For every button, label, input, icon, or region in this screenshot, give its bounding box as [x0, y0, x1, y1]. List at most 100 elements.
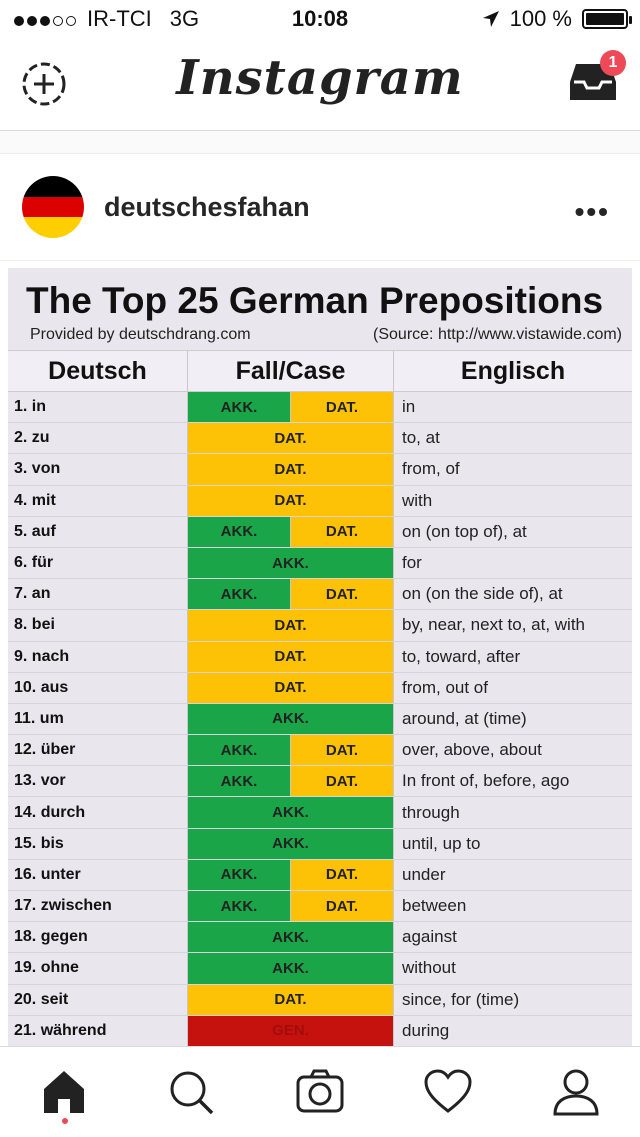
- preposition-de: 8. bei: [8, 610, 188, 641]
- prepositions-table: 1. in AKK. DAT. in 2. zu DAT. to, at 3. von DAT.…: [8, 392, 632, 1046]
- tab-bar: [0, 1046, 640, 1137]
- translation-en: on (on the side of), at: [402, 584, 563, 604]
- status-bar: IR-TCI 3G 10:08 100 %: [0, 0, 640, 40]
- translation-en: from, of: [402, 459, 460, 479]
- case-cell: AKK. DAT.: [188, 735, 394, 766]
- preposition-de: 12. über: [8, 735, 188, 766]
- case-akk: AKK.: [188, 859, 290, 890]
- app-header: Instagram 1: [0, 40, 640, 131]
- table-row: 16. unter AKK. DAT. under: [8, 859, 632, 891]
- tab-home[interactable]: [39, 1067, 89, 1117]
- preposition-de: 21. während: [8, 1015, 188, 1046]
- case-cell: DAT.: [188, 672, 394, 703]
- header-deutsch: Deutsch: [8, 351, 188, 391]
- tab-camera[interactable]: [295, 1067, 345, 1117]
- case-dat: DAT.: [188, 454, 393, 485]
- more-options-button[interactable]: •••: [575, 196, 610, 228]
- case-dat: DAT.: [188, 641, 393, 672]
- translation-en: since, for (time): [402, 989, 520, 1009]
- case-akk: AKK.: [188, 516, 290, 547]
- case-cell: AKK.: [188, 703, 394, 735]
- table-row: 6. für AKK. for: [8, 547, 632, 580]
- story-strip: [0, 131, 640, 154]
- avatar[interactable]: [22, 176, 84, 238]
- case-cell: AKK.: [188, 953, 394, 984]
- provided-by: Provided by deutschdrang.com: [30, 326, 251, 343]
- case-akk: AKK.: [188, 828, 393, 859]
- preposition-de: 2. zu: [8, 423, 188, 454]
- translation-en: in: [402, 397, 416, 417]
- case-cell: DAT.: [188, 984, 394, 1015]
- image-title: The Top 25 German Prepositions: [26, 280, 604, 321]
- case-cell: AKK. DAT.: [188, 392, 394, 423]
- preposition-de: 16. unter: [8, 859, 188, 890]
- source: (Source: http://www.vistawide.com): [373, 326, 622, 343]
- translation-en: with: [402, 490, 433, 510]
- case-dat: DAT.: [188, 672, 393, 703]
- table-row: 9. nach DAT. to, toward, after: [8, 641, 632, 673]
- translation-en: under: [402, 864, 446, 884]
- translation-en: through: [402, 802, 460, 822]
- preposition-de: 19. ohne: [8, 953, 188, 984]
- profile-icon: [553, 1069, 599, 1116]
- case-cell: DAT.: [188, 610, 394, 641]
- case-cell: DAT.: [188, 454, 394, 485]
- case-cell: AKK.: [188, 828, 394, 859]
- battery-label: 100 %: [509, 6, 572, 31]
- table-row: 18. gegen AKK. against: [8, 922, 632, 954]
- header-englisch: Englisch: [460, 356, 566, 385]
- translation-en: from, out of: [402, 677, 488, 697]
- case-akk: AKK.: [188, 797, 393, 828]
- battery-icon: [582, 9, 632, 29]
- table-row: 21. während GEN. during: [8, 1015, 632, 1046]
- table-row: 7. an AKK. DAT. on (on the side of), at: [8, 579, 632, 611]
- case-dat: DAT.: [188, 423, 393, 454]
- home-active-dot: [62, 1118, 68, 1124]
- translation-en: over, above, about: [402, 740, 542, 760]
- case-cell: AKK.: [188, 922, 394, 953]
- case-cell: DAT.: [188, 423, 394, 454]
- case-cell: AKK. DAT.: [188, 516, 394, 547]
- post-username[interactable]: deutschesfahan: [104, 192, 310, 223]
- table-row: 15. bis AKK. until, up to: [8, 828, 632, 860]
- inbox-button[interactable]: 1: [568, 50, 626, 104]
- table-row: 10. aus DAT. from, out of: [8, 672, 632, 704]
- table-row: 13. vor AKK. DAT. In front of, before, ago: [8, 766, 632, 798]
- translation-en: against: [402, 927, 457, 947]
- preposition-de: 3. von: [8, 454, 188, 485]
- location-icon: [482, 11, 499, 27]
- home-icon: [44, 1071, 84, 1113]
- table-row: 8. bei DAT. by, near, next to, at, with: [8, 610, 632, 642]
- case-akk: AKK.: [188, 735, 290, 766]
- preposition-de: 4. mit: [8, 485, 188, 516]
- case-dat: DAT.: [290, 735, 393, 766]
- preposition-de: 5. auf: [8, 516, 188, 547]
- search-icon: [170, 1071, 214, 1115]
- table-row: 11. um AKK. around, at (time): [8, 703, 632, 736]
- translation-en: without: [402, 958, 456, 978]
- case-dat: DAT.: [290, 516, 393, 547]
- preposition-de: 18. gegen: [8, 922, 188, 953]
- status-right: 100 %: [482, 6, 632, 32]
- case-dat: DAT.: [290, 859, 393, 890]
- notification-badge: 1: [600, 50, 626, 76]
- post-image[interactable]: The Top 25 German Prepositions Provided …: [8, 268, 632, 1046]
- preposition-de: 11. um: [8, 703, 188, 735]
- preposition-de: 7. an: [8, 579, 188, 610]
- preposition-de: 9. nach: [8, 641, 188, 672]
- case-cell: DAT.: [188, 485, 394, 516]
- table-row: 19. ohne AKK. without: [8, 953, 632, 985]
- case-akk: AKK.: [188, 547, 393, 579]
- tab-activity[interactable]: [423, 1067, 473, 1117]
- case-akk: AKK.: [188, 766, 290, 797]
- translation-en: between: [402, 896, 467, 916]
- preposition-de: 6. für: [8, 547, 188, 579]
- tab-search[interactable]: [166, 1067, 216, 1117]
- translation-en: on (on top of), at: [402, 521, 527, 541]
- preposition-de: 20. seit: [8, 984, 188, 1015]
- tab-profile[interactable]: [551, 1067, 601, 1117]
- case-akk: AKK.: [188, 703, 393, 735]
- translation-en: until, up to: [402, 833, 481, 853]
- case-dat: DAT.: [290, 766, 393, 797]
- table-row: 2. zu DAT. to, at: [8, 423, 632, 455]
